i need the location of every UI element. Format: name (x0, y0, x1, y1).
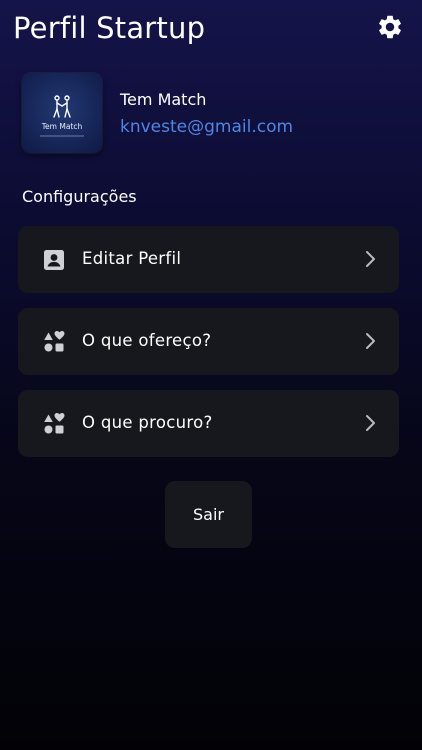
menu-item-what-i-seek[interactable]: O que procuro? (18, 390, 399, 457)
category-shapes-icon (44, 331, 65, 352)
menu-item-what-i-offer[interactable]: O que ofereço? (18, 308, 399, 375)
chevron-right-icon (366, 333, 375, 349)
contact-card-icon (44, 250, 64, 270)
startup-logo-avatar: Tem Match (22, 73, 102, 153)
chevron-right-icon (366, 415, 375, 431)
menu-item-label: O que ofereço? (82, 331, 212, 350)
profile-email: knveste@gmail.com (120, 117, 294, 137)
menu-item-label: O que procuro? (82, 413, 213, 432)
couple-figure-logo-icon (53, 95, 71, 118)
profile-name: Tem Match (120, 90, 207, 109)
logo-tagline-line (40, 135, 84, 137)
logo-wordmark: Tem Match (41, 122, 83, 131)
chevron-right-icon (366, 251, 375, 267)
page-title: Perfil Startup (13, 11, 206, 45)
profile-screen: Perfil Startup Tem Match Tem Match knves… (0, 0, 422, 750)
menu-item-label: Editar Perfil (82, 249, 182, 268)
settings-button[interactable] (374, 11, 406, 43)
category-shapes-icon (44, 413, 65, 434)
section-title-settings: Configurações (22, 187, 137, 206)
gear-icon (379, 15, 401, 39)
logout-button[interactable]: Sair (165, 481, 252, 548)
menu-item-edit-profile[interactable]: Editar Perfil (18, 226, 399, 293)
